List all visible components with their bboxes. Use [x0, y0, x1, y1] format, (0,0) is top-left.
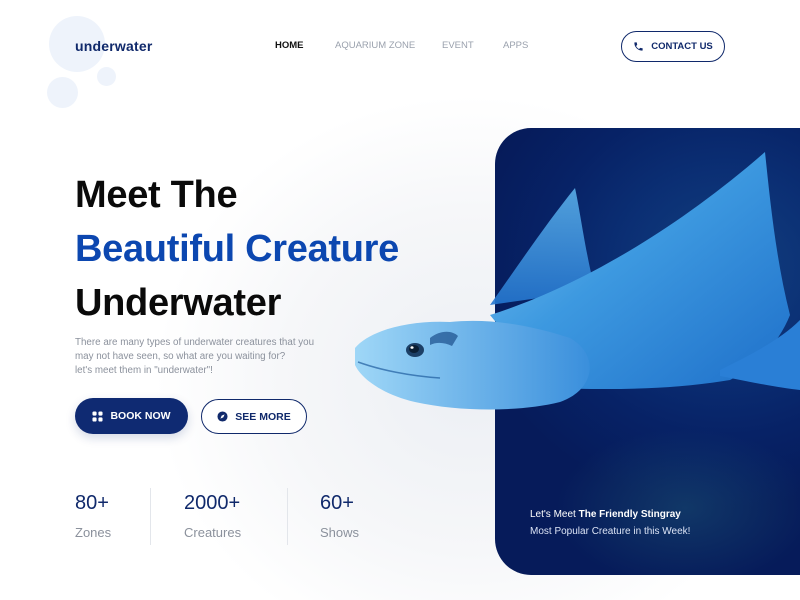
hero-description: There are many types of underwater creat… [75, 336, 345, 378]
hero-description-line-2: may not have seen, so what are you waiti… [75, 351, 286, 362]
decorative-bubble [47, 77, 78, 108]
stat-value: 60+ [320, 492, 354, 514]
book-now-label: BOOK NOW [110, 410, 171, 422]
stat-divider [287, 488, 288, 545]
stat-divider [150, 488, 151, 545]
hero-description-line-3: let's meet them in "underwater"! [75, 365, 213, 376]
card-caption: Let's Meet The Friendly Stingray Most Po… [530, 509, 690, 537]
stat-value: 80+ [75, 492, 109, 514]
stat-label: Creatures [184, 525, 242, 540]
stat-label: Zones [75, 525, 112, 540]
stat-label: Shows [320, 525, 360, 540]
nav-item-apps[interactable]: APPS [503, 40, 528, 51]
grid-icon [92, 410, 103, 422]
nav-item-home[interactable]: HOME [275, 40, 304, 51]
stat-creatures: 2000+ Creatures [184, 492, 241, 540]
stat-zones: 80+ Zones [75, 492, 111, 540]
stat-shows: 60+ Shows [320, 492, 359, 540]
card-underwater-glow [555, 428, 800, 575]
contact-us-button[interactable]: CONTACT US [621, 31, 725, 62]
decorative-bubble [97, 67, 116, 86]
hero-description-line-1: There are many types of underwater creat… [75, 337, 315, 348]
stingray-illustration [355, 152, 800, 410]
card-caption-creature: The Friendly Stingray [578, 509, 681, 520]
book-now-button[interactable]: BOOK NOW [75, 398, 188, 434]
nav-item-aquarium-zone[interactable]: AQUARIUM ZONE [335, 40, 415, 51]
see-more-button[interactable]: SEE MORE [201, 399, 307, 434]
nav-item-event[interactable]: EVENT [442, 40, 474, 51]
card-caption-prefix: Let's Meet [530, 509, 576, 520]
stat-value: 2000+ [184, 492, 241, 514]
contact-us-label: CONTACT US [651, 41, 713, 52]
phone-icon [634, 42, 643, 51]
card-caption-title: Let's Meet The Friendly Stingray [530, 509, 690, 520]
compass-icon [217, 411, 228, 422]
card-caption-subtitle: Most Popular Creature in this Week! [530, 526, 691, 537]
see-more-label: SEE MORE [235, 410, 291, 423]
